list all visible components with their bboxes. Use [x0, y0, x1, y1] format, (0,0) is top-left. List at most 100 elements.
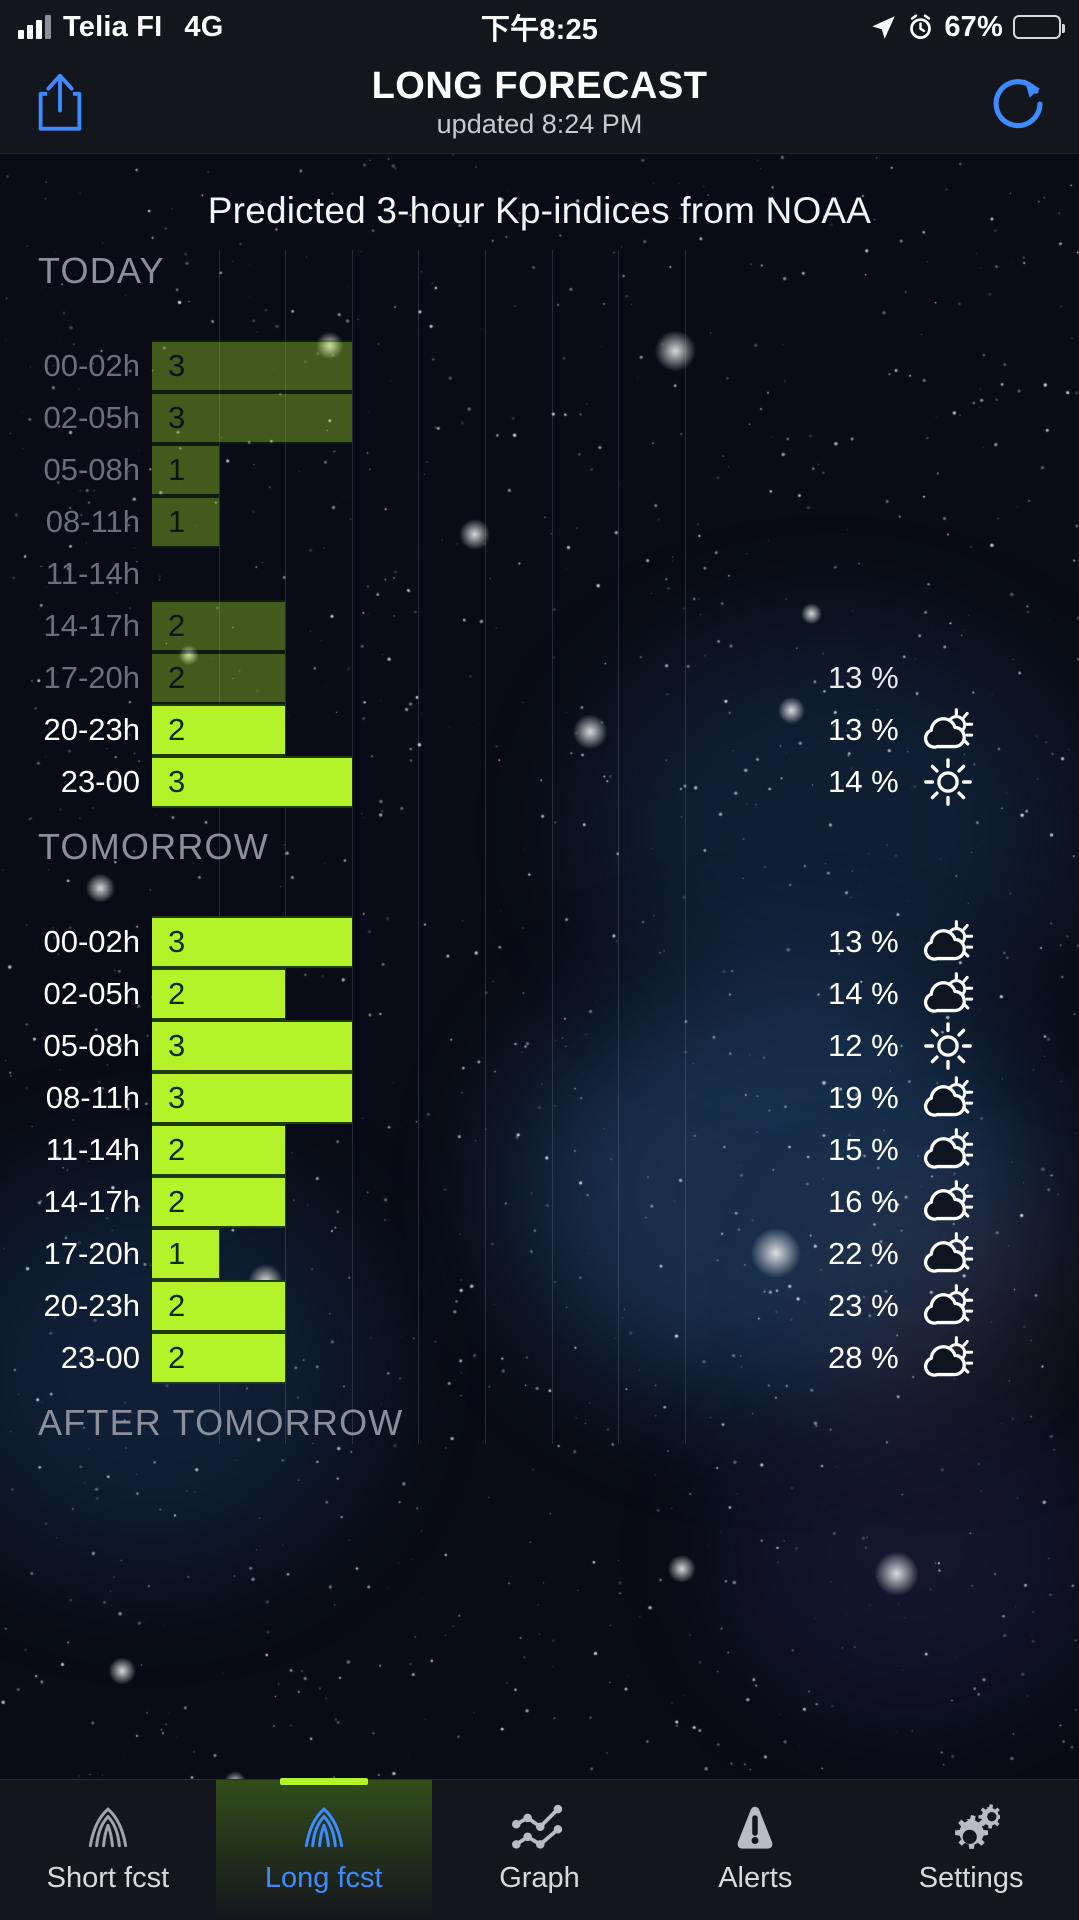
row-bar-area: [152, 548, 1079, 600]
kp-bar: 2: [152, 968, 286, 1020]
weather-sun-icon: [922, 756, 974, 808]
kp-value-label: 3: [168, 924, 186, 959]
forecast-row[interactable]: 00-02h 3: [0, 340, 1079, 392]
chart-line-icon: [510, 1800, 568, 1856]
kp-bar: 3: [152, 340, 352, 392]
kp-bar: 2: [152, 600, 286, 652]
weather-partly-cloudy-icon: [922, 968, 978, 1020]
battery-percent-label: 67%: [944, 10, 1003, 43]
aurora-probability-label: 23 %: [828, 1288, 899, 1323]
forecast-row[interactable]: 08-11h 1: [0, 496, 1079, 548]
partly-cloudy-icon: [923, 1128, 974, 1169]
forecast-row[interactable]: 23-00 2 28 %: [0, 1332, 1079, 1384]
row-bar-area: 3: [152, 340, 1079, 392]
forecast-row[interactable]: 08-11h 3 19 %: [0, 1072, 1079, 1124]
tab-alerts[interactable]: Alerts: [647, 1780, 863, 1920]
tab-graph[interactable]: Graph: [432, 1780, 648, 1920]
kp-value-label: 3: [168, 764, 186, 799]
partly-cloudy-icon: [923, 1232, 974, 1273]
tab-label: Graph: [499, 1862, 580, 1894]
forecast-row[interactable]: 05-08h 1: [0, 444, 1079, 496]
refresh-icon: [993, 78, 1043, 128]
chart-subtitle: Predicted 3-hour Kp-indices from NOAA: [207, 190, 872, 231]
partly-cloudy-icon: [923, 972, 974, 1013]
kp-value-label: 2: [168, 608, 186, 643]
row-bar-area: 2 23 %: [152, 1280, 1079, 1332]
kp-bar: 1: [152, 496, 219, 548]
row-bar-area: 2 15 %: [152, 1124, 1079, 1176]
kp-value-label: 3: [168, 1028, 186, 1063]
section-header-tomorrow: TOMORROW: [38, 826, 269, 867]
forecast-row[interactable]: 20-23h 2 13 %: [0, 704, 1079, 756]
aurora-probability-label: 16 %: [828, 1184, 899, 1219]
tab-long-fcst[interactable]: Long fcst: [215, 1780, 432, 1920]
row-bar-area: 3: [152, 392, 1079, 444]
aurora-probability-label: 12 %: [828, 1028, 899, 1063]
sun-icon: [924, 758, 972, 806]
row-bar-area: 2 16 %: [152, 1176, 1079, 1228]
partly-cloudy-icon: [923, 1336, 974, 1377]
tab-settings[interactable]: Settings: [863, 1780, 1079, 1920]
forecast-row[interactable]: 23-00 3 14 %: [0, 756, 1079, 808]
partly-cloudy-icon: [923, 708, 974, 749]
share-button[interactable]: [34, 70, 86, 137]
navigation-bar: LONG FORECAST updated 8:24 PM: [0, 54, 1079, 154]
kp-bar: 1: [152, 444, 219, 496]
network-type-label: 4G: [184, 10, 224, 43]
kp-value-label: 3: [168, 1080, 186, 1115]
gears-icon: [955, 1804, 1001, 1849]
kp-bar: 3: [152, 756, 352, 808]
forecast-row[interactable]: 14-17h 2: [0, 600, 1079, 652]
row-time-label: 05-08h: [43, 1028, 140, 1063]
forecast-row-group: 00-02h 3 02-05h 3 05-08h 1 08-11h 1 11-14h 14-17h…: [0, 294, 1079, 808]
row-bar-area: 3 19 %: [152, 1072, 1079, 1124]
section-header-today: TODAY: [38, 250, 165, 291]
weather-partly-cloudy-icon: [922, 704, 978, 756]
aurora-probability-label: 19 %: [828, 1080, 899, 1115]
row-time-label: 08-11h: [45, 1080, 140, 1115]
kp-bar: 2: [152, 652, 286, 704]
row-time-label: 23-00: [60, 764, 140, 799]
kp-value-label: 1: [168, 504, 186, 539]
row-time-label: 17-20h: [43, 660, 140, 695]
forecast-row[interactable]: 00-02h 3 13 %: [0, 916, 1079, 968]
forecast-row[interactable]: 11-14h: [0, 548, 1079, 600]
forecast-row[interactable]: 17-20h 2 13 %: [0, 652, 1079, 704]
row-time-label: 20-23h: [43, 712, 140, 747]
row-time-label: 00-02h: [43, 348, 140, 383]
refresh-button[interactable]: [987, 70, 1049, 137]
row-time-label: 17-20h: [43, 1236, 140, 1271]
kp-bar: 1: [152, 1228, 219, 1280]
row-time-label: 14-17h: [43, 608, 140, 643]
aurora-icon: [79, 1800, 137, 1856]
kp-bar: 3: [152, 1020, 352, 1072]
forecast-row[interactable]: 20-23h 2 23 %: [0, 1280, 1079, 1332]
signal-bars-icon: [18, 15, 51, 39]
row-time-label: 23-00: [60, 1340, 140, 1375]
kp-value-label: 2: [168, 1184, 186, 1219]
aurora-probability-label: 14 %: [828, 764, 899, 799]
forecast-row[interactable]: 05-08h 3 12 %: [0, 1020, 1079, 1072]
forecast-row[interactable]: 02-05h 2 14 %: [0, 968, 1079, 1020]
row-bar-area: 1 22 %: [152, 1228, 1079, 1280]
row-time-label: 11-14h: [45, 556, 140, 591]
tab-short-fcst[interactable]: Short fcst: [0, 1780, 216, 1920]
kp-value-label: 3: [168, 400, 186, 435]
section-header-after-tomorrow: AFTER TOMORROW: [38, 1402, 404, 1443]
row-time-label: 02-05h: [43, 976, 140, 1011]
kp-value-label: 2: [168, 1132, 186, 1167]
kp-bar: 3: [152, 392, 352, 444]
row-bar-area: 2: [152, 600, 1079, 652]
forecast-row[interactable]: 14-17h 2 16 %: [0, 1176, 1079, 1228]
partly-cloudy-icon: [923, 920, 974, 961]
alarm-clock-icon: [910, 13, 932, 39]
forecast-row[interactable]: 17-20h 1 22 %: [0, 1228, 1079, 1280]
status-bar: Telia FI 4G 下午8:25 67%: [0, 0, 1079, 54]
warning-triangle-icon: [730, 1800, 780, 1856]
forecast-row[interactable]: 02-05h 3: [0, 392, 1079, 444]
page-title: LONG FORECAST: [371, 64, 708, 107]
row-time-label: 00-02h: [43, 924, 140, 959]
kp-bar: 3: [152, 1072, 352, 1124]
forecast-row[interactable]: 11-14h 2 15 %: [0, 1124, 1079, 1176]
